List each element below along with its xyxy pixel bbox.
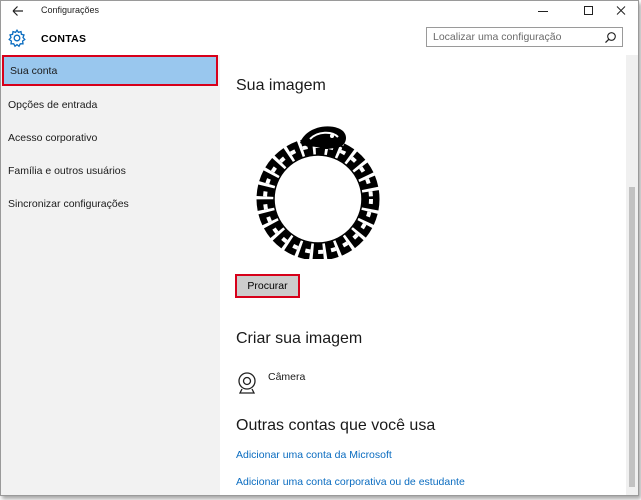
back-button[interactable] [9, 3, 27, 19]
maximize-icon [584, 6, 593, 15]
sidebar-item-label: Acesso corporativo [8, 132, 98, 144]
minimize-icon [538, 11, 548, 12]
other-accounts-heading: Outras contas que você usa [236, 417, 436, 434]
close-button[interactable] [604, 1, 638, 21]
scrollbar[interactable] [626, 55, 638, 495]
window-title: Configurações [41, 5, 100, 15]
section-title: CONTAS [41, 33, 87, 45]
gear-icon [7, 28, 27, 48]
settings-window: Configurações CONTAS Localizar uma confi… [0, 0, 639, 496]
sidebar-item-family-other-users[interactable]: Família e outros usuários [1, 155, 220, 186]
scrollbar-thumb[interactable] [629, 187, 635, 487]
sidebar-item-label: Opções de entrada [8, 99, 98, 111]
sidebar-item-label: Sincronizar configurações [8, 198, 129, 210]
sidebar-item-label: Sua conta [10, 65, 58, 77]
title-bar: Configurações [1, 1, 638, 21]
sidebar-item-your-account[interactable]: Sua conta [2, 55, 218, 86]
camera-label[interactable]: Câmera [268, 371, 305, 383]
sidebar-item-sign-in-options[interactable]: Opções de entrada [1, 89, 220, 120]
back-arrow-icon [12, 6, 23, 16]
main-content: Sua imagem Procurar Criar sua imagem Câm… [220, 55, 626, 495]
sidebar-item-sync-settings[interactable]: Sincronizar configurações [1, 188, 220, 219]
search-box[interactable] [426, 27, 623, 47]
create-picture-heading: Criar sua imagem [236, 330, 363, 347]
add-work-school-account-link[interactable]: Adicionar uma conta corporativa ou de es… [236, 476, 465, 488]
close-icon [616, 6, 626, 15]
sidebar-item-label: Família e outros usuários [8, 165, 126, 177]
minimize-button[interactable] [524, 1, 562, 21]
camera-icon[interactable] [236, 371, 258, 395]
maximize-button[interactable] [569, 1, 607, 21]
search-icon[interactable] [604, 31, 617, 44]
your-picture-heading: Sua imagem [236, 77, 326, 94]
search-input[interactable] [433, 30, 593, 44]
sidebar-item-work-access[interactable]: Acesso corporativo [1, 122, 220, 153]
ouroboros-avatar [256, 126, 380, 259]
browse-button[interactable]: Procurar [235, 274, 300, 298]
add-microsoft-account-link[interactable]: Adicionar uma conta da Microsoft [236, 449, 392, 461]
sidebar: Sua conta Opções de entrada Acesso corpo… [1, 55, 220, 495]
